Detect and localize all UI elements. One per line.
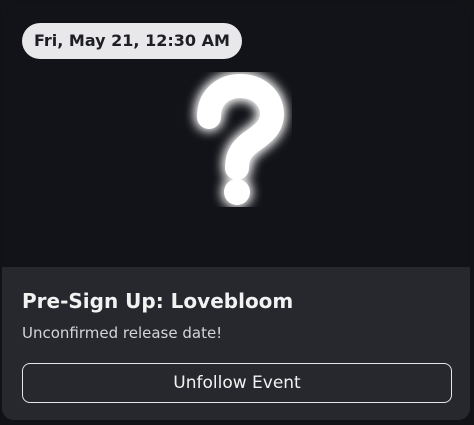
event-title: Pre-Sign Up: Lovebloom <box>22 289 294 313</box>
event-thumbnail[interactable]: Fri, May 21, 12:30 AM <box>2 2 470 267</box>
date-badge: Fri, May 21, 12:30 AM <box>22 23 242 59</box>
question-mark-icon <box>197 74 284 205</box>
event-info: Pre-Sign Up: Lovebloom Unconfirmed relea… <box>2 267 470 420</box>
event-subtitle: Unconfirmed release date! <box>22 324 223 342</box>
event-card[interactable]: Fri, May 21, 12:30 AM Pre-Sign Up: Loveb… <box>2 2 470 420</box>
unfollow-event-button[interactable]: Unfollow Event <box>22 363 452 403</box>
